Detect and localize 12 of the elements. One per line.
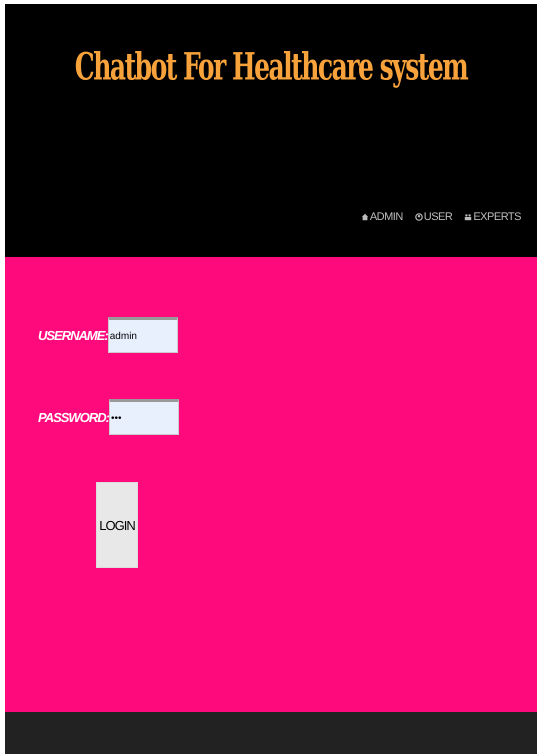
login-button[interactable]: LOGIN xyxy=(96,482,138,568)
field-label: PASSWORD: xyxy=(38,410,109,424)
home-icon xyxy=(360,212,369,222)
site-title: Chatbot For Healthcare system xyxy=(74,44,469,88)
field-label: USERNAME: xyxy=(38,328,108,342)
nav-link[interactable]: USER xyxy=(414,211,452,223)
user-icon xyxy=(414,212,423,222)
input-field[interactable]: ••• xyxy=(108,399,179,435)
input-field[interactable]: admin xyxy=(108,317,178,353)
group-icon xyxy=(464,212,472,222)
nav-link[interactable]: ADMIN xyxy=(360,211,403,223)
nav-link[interactable]: EXPERTS xyxy=(464,211,521,223)
